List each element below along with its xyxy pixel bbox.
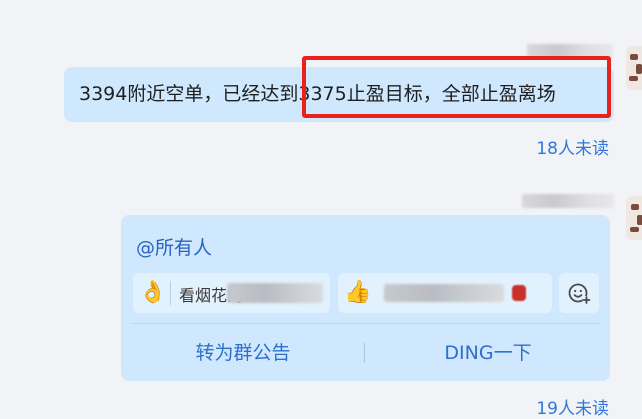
unread-count-link[interactable]: 19人未读 bbox=[536, 394, 609, 419]
avatar[interactable] bbox=[626, 46, 642, 90]
reaction-row: 👌 看烟花的 👍 bbox=[133, 273, 599, 313]
ok-hand-icon: 👌 bbox=[139, 280, 167, 305]
button-separator bbox=[364, 343, 365, 363]
emoji-plus-icon bbox=[568, 283, 591, 304]
redacted-mark bbox=[512, 285, 526, 301]
redacted-names bbox=[384, 284, 504, 302]
unread-count-link[interactable]: 18人未读 bbox=[536, 134, 609, 159]
ding-button[interactable]: DING一下 bbox=[366, 325, 610, 381]
sender-name-redacted bbox=[522, 194, 614, 208]
highlight-annotation bbox=[302, 56, 611, 118]
reaction-chip[interactable]: 👍 bbox=[338, 273, 552, 313]
add-reaction-button[interactable] bbox=[559, 273, 599, 313]
avatar[interactable] bbox=[626, 196, 642, 240]
ding-message-card: @所有人 👌 看烟花的 👍 转为群公告 DING一下 bbox=[121, 215, 610, 381]
redacted-names bbox=[227, 283, 323, 303]
reaction-chip[interactable]: 👌 看烟花的 bbox=[133, 273, 330, 313]
mention-all[interactable]: @所有人 bbox=[136, 233, 212, 260]
thumbs-up-icon: 👍 bbox=[344, 280, 372, 305]
convert-to-announcement-button[interactable]: 转为群公告 bbox=[121, 325, 365, 381]
card-divider bbox=[131, 323, 600, 324]
chip-divider bbox=[170, 281, 171, 305]
